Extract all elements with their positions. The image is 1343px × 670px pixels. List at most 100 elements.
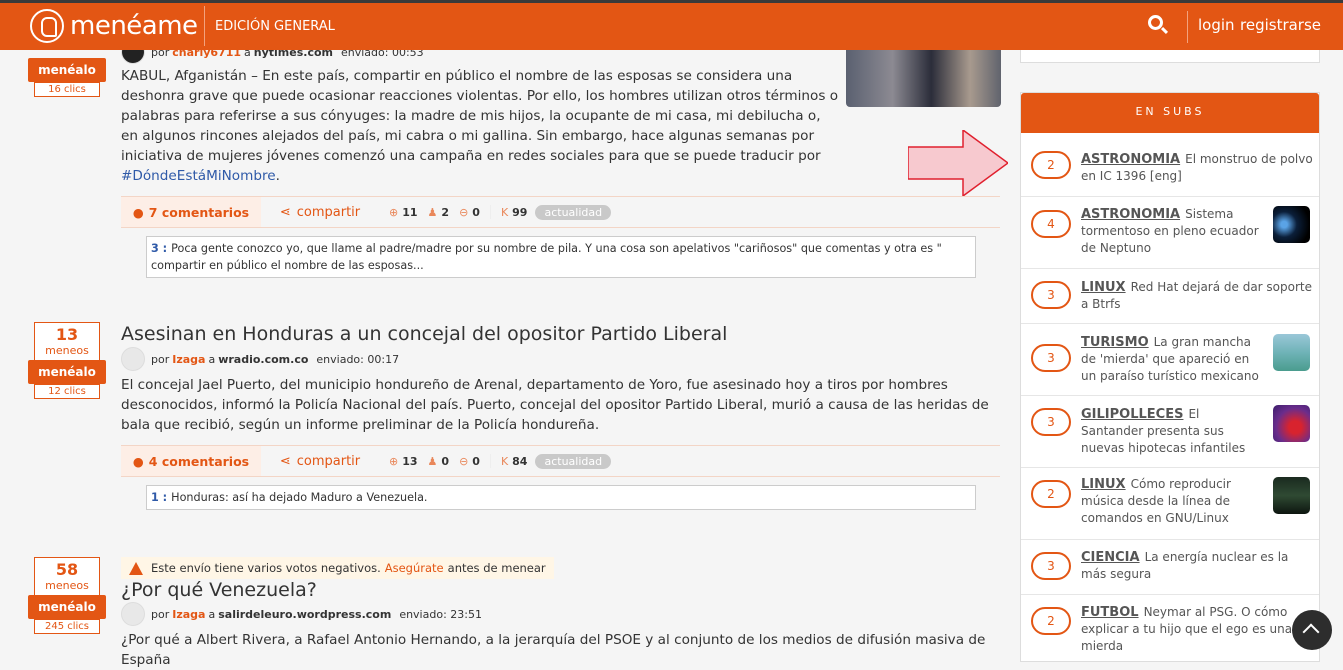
upvotes-count: ⊕ 11 <box>389 205 418 219</box>
arrow-down-circle-icon: ⊖ <box>459 454 469 468</box>
speech-bubble-icon: ● <box>132 453 144 469</box>
sub-thumbnail[interactable] <box>1273 477 1310 514</box>
anonymous-votes-count: ♟ 2 <box>427 205 450 219</box>
category-badge[interactable]: actualidad <box>535 204 612 220</box>
chevron-up-icon[interactable] <box>1292 610 1332 650</box>
sub-list-item[interactable]: 2 FUTBOL Neymar al PSG. O cómo explicar a… <box>1021 595 1319 655</box>
sent-time: enviado: 23:51 <box>399 607 482 621</box>
negative-votes-count: ⊖ 0 <box>459 205 480 219</box>
sub-list-item[interactable]: 3 CIENCIA La energía nuclear es la más se… <box>1021 540 1319 595</box>
warning-link[interactable]: Asegúrate <box>385 557 444 579</box>
red-arrow-annotation-icon <box>908 130 1008 196</box>
sub-thumbnail[interactable] <box>1273 206 1310 243</box>
login-link[interactable]: login <box>1198 16 1235 34</box>
edition-link[interactable]: EDICIÓN GENERAL <box>204 6 335 46</box>
negative-votes-warning: Este envío tiene varios votos negativos.… <box>121 557 554 579</box>
source-site: salirdeleuro.wordpress.com <box>218 607 392 621</box>
sub-votes-badge[interactable]: 2 <box>1031 607 1071 635</box>
site-logo[interactable]: menéame <box>30 9 198 43</box>
upvotes-count: ⊕ 13 <box>389 454 418 468</box>
share-icon: ⋖ <box>279 453 291 469</box>
sub-list-item[interactable]: 3 LINUX Red Hat dejará de dar soporte a B… <box>1021 269 1319 324</box>
karma-count: K 99 <box>500 205 528 219</box>
negative-votes-count: ⊖ 0 <box>459 454 480 468</box>
source-site: wradio.com.co <box>218 352 309 366</box>
anonymous-user-icon: ♟ <box>427 454 438 468</box>
sub-name-link[interactable]: GILIPOLLECES <box>1081 407 1183 422</box>
karma-count: K 84 <box>500 454 528 468</box>
story-thumbnail[interactable] <box>846 46 1001 107</box>
sub-list-item[interactable]: 2 LINUX Cómo reproducir música desde la l… <box>1021 468 1319 540</box>
votes-count: 58 <box>55 560 79 579</box>
story-meta: por Izaga a wradio.com.co enviado: 00:17 <box>121 347 399 371</box>
sub-name-link[interactable]: LINUX <box>1081 280 1126 295</box>
sub-votes-badge[interactable]: 3 <box>1031 344 1071 372</box>
warning-triangle-icon <box>129 561 143 575</box>
story-actions: ● 7 comentarios ⋖ compartir ⊕ 11 ♟ 2 ⊖ 0 K 99 … <box>121 196 1000 228</box>
story-body: ¿Por qué a Albert Rivera, a Rafael Anton… <box>121 632 986 668</box>
logo-text: menéame <box>70 11 198 41</box>
anonymous-votes-count: ♟ 0 <box>427 454 450 468</box>
story-title[interactable]: ¿Por qué Venezuela? <box>121 579 317 601</box>
search-icon[interactable] <box>1148 15 1170 37</box>
share-button[interactable]: ⋖ compartir <box>261 205 379 220</box>
sub-votes-badge[interactable]: 2 <box>1031 480 1071 508</box>
sub-votes-badge[interactable]: 4 <box>1031 210 1071 238</box>
sub-list-item[interactable]: 3 GILIPOLLECES El Santander presenta sus … <box>1021 396 1319 468</box>
top-navbar: menéame EDICIÓN GENERAL login registrars… <box>0 0 1343 50</box>
menealo-button[interactable]: menéalo <box>28 58 106 82</box>
menealo-button[interactable]: menéalo <box>28 360 106 384</box>
story-body: KABUL, Afganistán – En este país, compar… <box>121 68 839 184</box>
sub-votes-badge[interactable]: 2 <box>1031 151 1071 179</box>
story-actions: ● 4 comentarios ⋖ compartir ⊕ 13 ♟ 0 ⊖ 0 K 84 … <box>121 445 1000 477</box>
sub-name-link[interactable]: ASTRONOMIA <box>1081 152 1180 167</box>
category-badge[interactable]: actualidad <box>535 453 612 469</box>
arrow-up-circle-icon: ⊕ <box>389 205 399 219</box>
share-button[interactable]: ⋖ compartir <box>261 454 379 469</box>
clicks-count: 16 clics <box>34 82 100 97</box>
divider <box>1187 11 1188 43</box>
story-body: El concejal Jael Puerto, del municipio h… <box>121 377 989 433</box>
sub-list-item[interactable]: 2 ASTRONOMIA El monstruo de polvo en IC 1… <box>1021 133 1319 197</box>
sub-name-link[interactable]: TURISMO <box>1081 335 1149 350</box>
sidebar-widget <box>1020 50 1320 63</box>
subs-header: EN SUBS <box>1021 93 1319 133</box>
register-link[interactable]: registrarse <box>1240 16 1321 34</box>
sub-name-link[interactable]: LINUX <box>1081 477 1126 492</box>
sub-name-link[interactable]: ASTRONOMIA <box>1081 207 1180 222</box>
vote-box: 58 meneos menéalo 245 clics <box>28 557 106 634</box>
sub-list-item[interactable]: 4 ASTRONOMIA Sistema tormentoso en pleno … <box>1021 197 1319 269</box>
story-title[interactable]: Asesinan en Honduras a un concejal del o… <box>121 323 727 345</box>
comments-button[interactable]: ● 7 comentarios <box>121 197 261 227</box>
sent-time: enviado: 00:17 <box>316 352 400 366</box>
anonymous-user-icon: ♟ <box>427 205 438 219</box>
meneame-logo-icon <box>30 9 64 43</box>
user-link[interactable]: Izaga <box>172 353 205 366</box>
comments-button[interactable]: ● 4 comentarios <box>121 446 261 476</box>
sub-votes-badge[interactable]: 3 <box>1031 552 1071 580</box>
clicks-count: 245 clics <box>34 619 100 634</box>
user-link[interactable]: Izaga <box>172 608 205 621</box>
top-comment-excerpt[interactable]: 3 : Poca gente conozco yo, que llame al p… <box>146 236 976 278</box>
avatar[interactable] <box>121 347 145 371</box>
vote-box: 13 meneos menéalo 12 clics <box>28 322 106 399</box>
hashtag-link[interactable]: #DóndeEstáMiNombre <box>121 168 276 184</box>
sub-list-item[interactable]: 3 TURISMO La gran mancha de 'mierda' que … <box>1021 324 1319 396</box>
speech-bubble-icon: ● <box>132 204 144 220</box>
subs-panel: EN SUBS 2 ASTRONOMIA El monstruo de polvo… <box>1020 92 1320 662</box>
sub-thumbnail[interactable] <box>1273 334 1310 371</box>
sub-thumbnail[interactable] <box>1273 405 1310 442</box>
sub-name-link[interactable]: CIENCIA <box>1081 550 1140 565</box>
story-meta: por Izaga a salirdeleuro.wordpress.com e… <box>121 602 482 626</box>
top-comment-excerpt[interactable]: 1 : Honduras: así ha dejado Maduro a Vene… <box>146 485 976 510</box>
sub-votes-badge[interactable]: 3 <box>1031 408 1071 436</box>
clicks-count: 12 clics <box>34 384 100 399</box>
votes-count: 13 <box>55 325 79 344</box>
menealo-button[interactable]: menéalo <box>28 595 106 619</box>
arrow-down-circle-icon: ⊖ <box>459 205 469 219</box>
sub-votes-badge[interactable]: 3 <box>1031 281 1071 309</box>
share-icon: ⋖ <box>279 204 291 220</box>
arrow-up-circle-icon: ⊕ <box>389 454 399 468</box>
avatar[interactable] <box>121 602 145 626</box>
sub-name-link[interactable]: FUTBOL <box>1081 605 1139 620</box>
